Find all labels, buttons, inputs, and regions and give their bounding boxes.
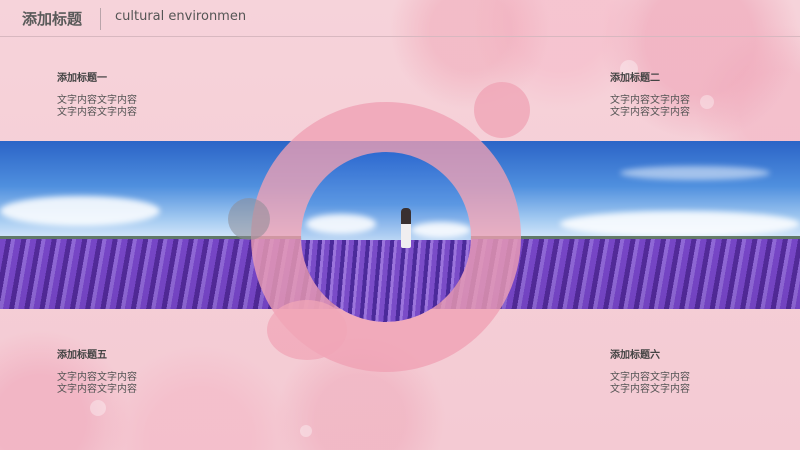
header-divider: [100, 8, 101, 30]
cloud: [620, 166, 770, 180]
block-title: 添加标题五: [57, 350, 107, 361]
block-text: 文字内容文字内容: [57, 384, 137, 395]
block-text: 文字内容文字内容: [610, 95, 690, 106]
block-text: 文字内容文字内容: [57, 107, 137, 118]
block-text: 文字内容文字内容: [610, 107, 690, 118]
petal-decoration: [300, 425, 312, 437]
block-title: 添加标题二: [610, 73, 660, 84]
grey-bubble: [228, 198, 270, 240]
pink-bubble-bottom: [267, 300, 347, 360]
page-title: 添加标题: [22, 10, 83, 28]
block-text: 文字内容文字内容: [57, 95, 137, 106]
header-underline: [0, 36, 800, 37]
block-title: 添加标题六: [610, 350, 660, 361]
text-block-6: 添加标题六 文字内容文字内容 文字内容文字内容: [610, 346, 730, 396]
cloud: [560, 211, 800, 237]
block-text: 文字内容文字内容: [610, 372, 690, 383]
block-text: 文字内容文字内容: [57, 372, 137, 383]
cloud: [0, 196, 160, 226]
block-title: 添加标题一: [57, 73, 107, 84]
pink-bubble: [474, 82, 530, 138]
text-block-2: 添加标题二 文字内容文字内容 文字内容文字内容: [610, 69, 730, 119]
text-block-1: 添加标题一 文字内容文字内容 文字内容文字内容: [57, 69, 177, 119]
block-text: 文字内容文字内容: [610, 384, 690, 395]
petal-decoration: [90, 400, 106, 416]
page-subtitle: cultural environmen: [115, 9, 247, 24]
text-block-5: 添加标题五 文字内容文字内容 文字内容文字内容: [57, 346, 177, 396]
